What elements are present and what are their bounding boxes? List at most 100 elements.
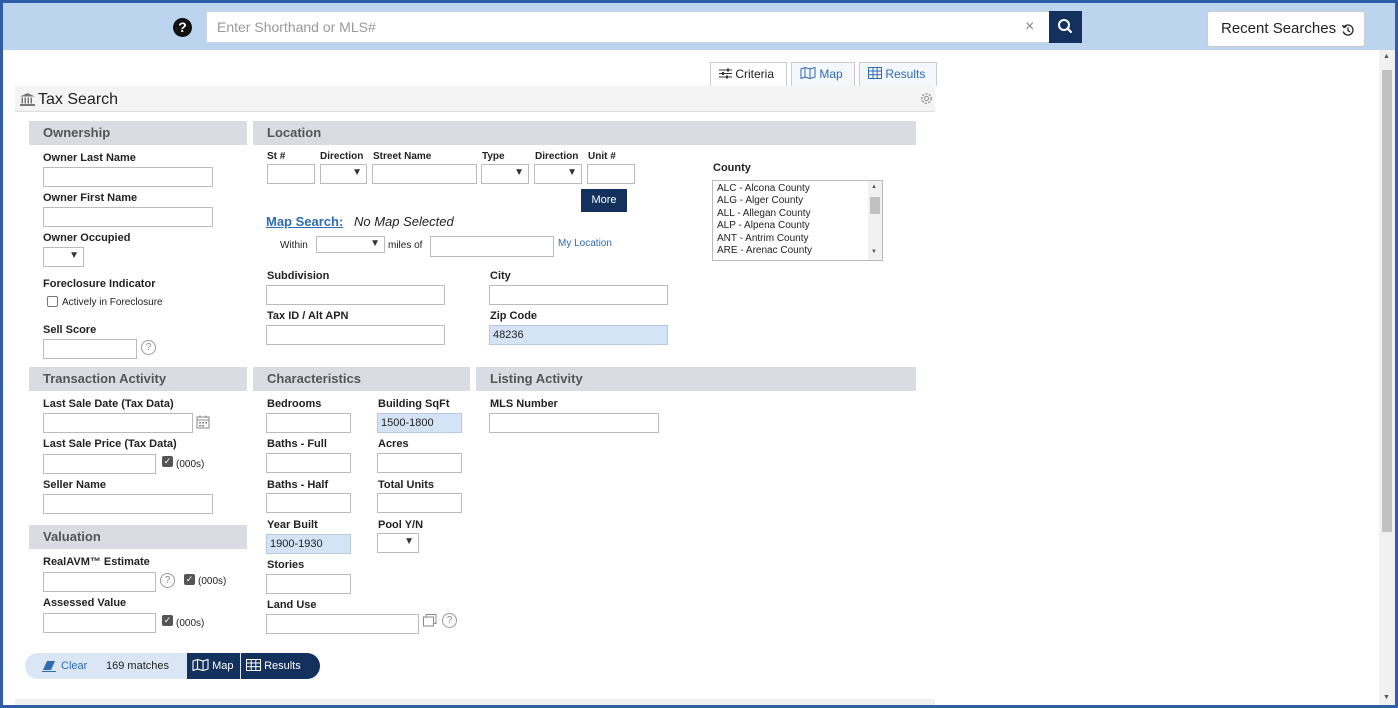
street-type-select[interactable]: ▼ — [481, 164, 529, 184]
realavm-help-icon[interactable]: ? — [160, 573, 175, 588]
city-input[interactable] — [489, 285, 668, 305]
shorthand-search-box: × — [206, 11, 1082, 43]
bedrooms-input[interactable] — [266, 413, 351, 433]
land-use-help-icon[interactable]: ? — [442, 613, 457, 628]
characteristics-section-header: Characteristics — [253, 367, 470, 391]
subdivision-input[interactable] — [266, 285, 445, 305]
assessed-value-thousands-checkbox[interactable]: ✓ — [162, 615, 173, 626]
realavm-estimate-label: RealAVM™ Estimate — [43, 556, 150, 568]
total-units-input[interactable] — [377, 493, 462, 513]
street-name-input[interactable] — [372, 164, 477, 184]
acres-input[interactable] — [377, 453, 462, 473]
tax-id-input[interactable] — [266, 325, 445, 345]
mls-number-input[interactable] — [489, 413, 659, 433]
match-count: 169 matches — [106, 660, 169, 672]
county-scroll-thumb[interactable] — [870, 197, 880, 214]
my-location-link[interactable]: My Location — [558, 238, 612, 249]
no-map-selected-text: No Map Selected — [354, 214, 454, 229]
owner-occupied-label: Owner Occupied — [43, 232, 131, 244]
grid-icon — [868, 67, 882, 79]
direction-suffix-label: Direction — [535, 151, 579, 162]
gear-icon[interactable] — [919, 91, 934, 106]
thousands-units-label: (000s) — [198, 576, 227, 587]
zip-code-input[interactable]: 48236 — [489, 325, 668, 345]
subdivision-label: Subdivision — [267, 270, 330, 282]
baths-full-input[interactable] — [266, 453, 351, 473]
top-bar: ? × Recent Searches — [3, 3, 1395, 50]
shorthand-search-input[interactable] — [207, 12, 1017, 42]
pool-label: Pool Y/N — [378, 519, 424, 531]
tab-criteria-label: Criteria — [735, 67, 775, 81]
county-option[interactable]: ARE - Arenac County — [717, 245, 812, 256]
last-sale-date-input[interactable] — [43, 413, 193, 433]
direction-prefix-label: Direction — [320, 151, 364, 162]
scroll-down-arrow-icon[interactable]: ▼ — [871, 249, 877, 255]
county-option[interactable]: ANT - Antrim County — [717, 233, 809, 244]
recent-searches-button[interactable]: Recent Searches — [1207, 11, 1365, 47]
page-scrollbar[interactable]: ▲ ▼ — [1379, 50, 1395, 705]
actively-in-foreclosure-checkbox[interactable] — [47, 296, 58, 307]
scroll-down-arrow-icon[interactable]: ▼ — [1383, 694, 1390, 701]
within-label: Within — [280, 240, 308, 251]
calendar-icon[interactable] — [196, 415, 210, 429]
pool-select[interactable]: ▼ — [377, 533, 419, 553]
map-button[interactable]: Map — [187, 653, 240, 679]
sell-score-input[interactable] — [43, 339, 137, 359]
realavm-thousands-checkbox[interactable]: ✓ — [184, 574, 195, 585]
search-action-bar: Clear 169 matches Map Results — [25, 653, 320, 679]
tab-results[interactable]: Results — [859, 62, 937, 86]
map-search-link[interactable]: Map Search: — [266, 214, 343, 229]
realavm-estimate-input[interactable] — [43, 572, 156, 592]
scroll-up-arrow-icon[interactable]: ▲ — [1383, 53, 1390, 60]
scroll-up-arrow-icon[interactable]: ▲ — [871, 184, 877, 190]
assessed-value-input[interactable] — [43, 613, 156, 633]
building-sqft-input[interactable]: 1500-1800 — [377, 413, 462, 433]
county-option[interactable]: ALC - Alcona County — [717, 183, 810, 194]
map-icon — [800, 66, 816, 80]
seller-name-input[interactable] — [43, 494, 213, 514]
owner-first-name-input[interactable] — [43, 207, 213, 227]
land-use-label: Land Use — [267, 599, 317, 611]
last-sale-price-label: Last Sale Price (Tax Data) — [43, 438, 177, 450]
thousands-units-label: (000s) — [176, 459, 205, 470]
results-button[interactable]: Results — [241, 653, 320, 679]
county-listbox[interactable]: ALC - Alcona County ALG - Alger County A… — [712, 180, 883, 261]
clear-button[interactable]: Clear — [61, 660, 87, 672]
grid-icon — [246, 659, 261, 671]
within-miles-select[interactable]: ▼ — [316, 236, 385, 253]
county-scrollbar[interactable]: ▲ ▼ — [868, 181, 882, 260]
land-use-input[interactable] — [266, 614, 419, 634]
history-icon — [1341, 24, 1354, 36]
results-button-label: Results — [264, 660, 301, 672]
help-icon[interactable]: ? — [173, 18, 192, 37]
county-option[interactable]: ALP - Alpena County — [717, 220, 810, 231]
street-number-input[interactable] — [267, 164, 315, 184]
tab-map[interactable]: Map — [791, 62, 855, 86]
map-button-label: Map — [212, 660, 234, 672]
year-built-input[interactable]: 1900-1930 — [266, 534, 351, 554]
page-scroll-thumb[interactable] — [1382, 70, 1392, 532]
county-label: County — [713, 162, 751, 174]
miles-of-address-input[interactable] — [430, 236, 554, 257]
county-option[interactable]: ALL - Allegan County — [717, 208, 811, 219]
unit-number-input[interactable] — [587, 164, 635, 184]
search-button[interactable] — [1049, 11, 1082, 43]
last-sale-price-thousands-checkbox[interactable]: ✓ — [162, 456, 173, 467]
sliders-icon — [719, 68, 732, 79]
eraser-icon[interactable] — [42, 660, 56, 672]
list-picker-icon[interactable] — [423, 614, 437, 627]
tab-criteria[interactable]: Criteria — [710, 62, 787, 86]
owner-occupied-select[interactable]: ▼ — [43, 247, 84, 267]
last-sale-price-input[interactable] — [43, 454, 156, 474]
direction-prefix-select[interactable]: ▼ — [320, 164, 367, 184]
clear-search-icon[interactable]: × — [1025, 18, 1034, 36]
sell-score-help-icon[interactable]: ? — [141, 340, 156, 355]
more-button[interactable]: More — [581, 189, 627, 212]
chevron-down-icon: ▼ — [567, 167, 577, 178]
direction-suffix-select[interactable]: ▼ — [534, 164, 582, 184]
baths-half-input[interactable] — [266, 493, 351, 513]
stories-label: Stories — [267, 559, 305, 571]
owner-last-name-input[interactable] — [43, 167, 213, 187]
county-option[interactable]: ALG - Alger County — [717, 195, 803, 206]
stories-input[interactable] — [266, 574, 351, 594]
